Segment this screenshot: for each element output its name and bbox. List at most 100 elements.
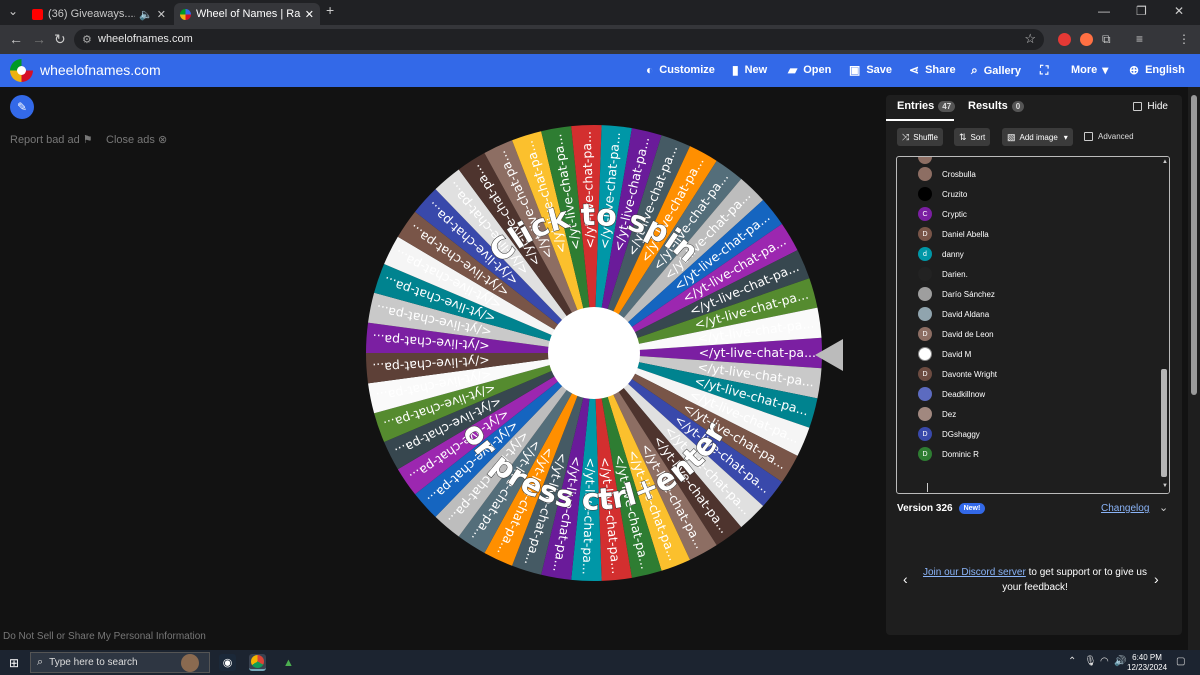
list-item xyxy=(918,157,942,165)
menu-fullscreen[interactable]: ⛶ xyxy=(1040,63,1054,78)
avatar: D xyxy=(918,447,932,461)
checkbox-icon xyxy=(1084,132,1093,141)
media-control-icon[interactable]: ≡ xyxy=(1136,32,1143,46)
brand-name[interactable]: wheelofnames.com xyxy=(40,62,161,78)
notifications-icon[interactable]: ▢ xyxy=(1176,656,1185,667)
advanced-checkbox[interactable]: Advanced xyxy=(1084,132,1134,141)
avatar xyxy=(918,387,932,401)
menu-new[interactable]: ▮ New xyxy=(732,63,767,77)
avatar xyxy=(918,187,932,201)
tab-search-button[interactable]: ⌄ xyxy=(8,4,18,18)
minimize-button[interactable]: — xyxy=(1098,4,1110,18)
close-window-button[interactable]: ✕ xyxy=(1174,4,1184,18)
next-arrow-icon[interactable]: › xyxy=(1154,571,1159,587)
reload-icon[interactable]: ↻ xyxy=(54,31,66,48)
wheel-canvas[interactable]: </yt-live-chat-pa...</yt-live-chat-pa...… xyxy=(364,125,824,581)
list-item: Dez xyxy=(918,406,956,422)
menu-label: More xyxy=(1071,64,1098,76)
avatar xyxy=(918,267,932,281)
avatar xyxy=(918,307,932,321)
scroll-thumb[interactable] xyxy=(1161,369,1167,477)
entries-textbox[interactable]: Crosbulla Cruzito C Cryptic D Daniel Abella d d… xyxy=(896,156,1170,494)
avatar xyxy=(918,167,932,181)
scroll-down-icon[interactable]: ▼ xyxy=(1162,483,1168,489)
steam-icon[interactable]: ◉ xyxy=(219,654,236,671)
discord-link[interactable]: Join our Discord server xyxy=(923,567,1026,578)
results-count-badge: 0 xyxy=(1011,100,1025,112)
tab-results[interactable]: Results 0 xyxy=(968,100,1025,112)
entry-name: Cryptic xyxy=(942,209,967,219)
share-icon: ⋖ xyxy=(909,63,920,77)
back-icon[interactable]: ← xyxy=(9,31,23,47)
restore-button[interactable]: ❐ xyxy=(1136,4,1147,18)
browser-tab-youtube[interactable]: (36) Giveaways....chillin in r 🔈 ✕ xyxy=(26,3,172,25)
bookmark-star-icon[interactable]: ☆ xyxy=(1024,31,1036,47)
menu-more[interactable]: More ▾ xyxy=(1071,63,1108,77)
site-settings-icon[interactable]: ⚙ xyxy=(82,33,92,46)
taskbar-search[interactable]: ⌕ Type here to search xyxy=(30,652,210,673)
browser-menu-icon[interactable]: ⋮ xyxy=(1178,32,1190,46)
network-icon[interactable]: ◠ xyxy=(1100,656,1109,667)
menu-open[interactable]: ▰ Open xyxy=(788,63,831,77)
menu-share[interactable]: ⋖ Share xyxy=(909,63,956,77)
address-bar-row: ← → ↻ ⚙ wheelofnames.com ☆ ⧉ ≡ ⋮ xyxy=(0,25,1200,54)
entry-name: Cruzito xyxy=(942,189,968,199)
shuffle-button[interactable]: ⤨ Shuffle xyxy=(897,128,943,146)
list-item: Deadkillnow xyxy=(918,386,985,402)
extension-icon[interactable] xyxy=(1058,33,1071,46)
clock-date: 12/23/2024 xyxy=(1127,663,1168,672)
site-logo-icon[interactable] xyxy=(10,59,33,82)
image-icon: ▧ xyxy=(1007,131,1016,142)
new-tab-button[interactable]: + xyxy=(326,2,334,18)
windows-start-icon[interactable]: ⊞ xyxy=(9,656,19,670)
hide-checkbox[interactable]: Hide xyxy=(1133,101,1168,112)
list-item: Darien. xyxy=(918,266,968,282)
volume-icon[interactable]: 🔊 xyxy=(1114,656,1126,667)
menu-language[interactable]: ⊕ English xyxy=(1129,63,1185,77)
avatar: D xyxy=(918,327,932,341)
list-item: D DGshaggy xyxy=(918,426,980,442)
wheel[interactable]: </yt-live-chat-pa... </yt-live-chat-pa...… xyxy=(364,125,824,581)
list-item: David Aldana xyxy=(918,306,989,322)
chrome-icon[interactable] xyxy=(249,654,266,671)
page-scroll-thumb[interactable] xyxy=(1191,95,1197,395)
do-not-sell-link[interactable]: Do Not Sell or Share My Personal Informa… xyxy=(3,631,206,642)
page-scrollbar[interactable] xyxy=(1188,87,1200,650)
wheel-center[interactable] xyxy=(548,307,640,399)
menu-gallery[interactable]: ⌕ Gallery xyxy=(971,63,1021,78)
edit-pencil-button[interactable]: ✎ xyxy=(10,95,34,119)
close-tab-icon[interactable]: ✕ xyxy=(157,8,166,21)
microphone-icon[interactable]: 🎙 xyxy=(1084,656,1097,667)
close-circle-icon: ⊗ xyxy=(157,134,168,146)
list-item: Darío Sánchez xyxy=(918,286,995,302)
extensions-puzzle-icon[interactable]: ⧉ xyxy=(1102,32,1111,47)
menu-save[interactable]: ▣ Save xyxy=(849,63,892,77)
folder-icon: ▰ xyxy=(788,63,798,77)
close-tab-icon[interactable]: ✕ xyxy=(305,8,314,21)
menu-customize[interactable]: ◐ Customize xyxy=(646,63,715,77)
report-bad-ad-link[interactable]: Report bad ad ⚑ xyxy=(10,133,93,146)
close-ads-link[interactable]: Close ads ⊗ xyxy=(106,133,167,146)
scroll-up-icon[interactable]: ▲ xyxy=(1162,159,1168,165)
menu-label: Save xyxy=(866,64,893,76)
save-icon: ▣ xyxy=(849,63,861,77)
sort-button[interactable]: ⇅ Sort xyxy=(954,128,991,146)
entry-name: David de Leon xyxy=(942,329,994,339)
omnibox[interactable]: ⚙ wheelofnames.com ☆ xyxy=(74,29,1044,50)
clock[interactable]: 6:40 PM 12/23/2024 xyxy=(1127,653,1167,673)
extension-icon[interactable] xyxy=(1080,33,1093,46)
changelog-link[interactable]: Changelog xyxy=(1101,503,1149,514)
tab-entries[interactable]: Entries 47 xyxy=(897,100,956,112)
entries-scrollbar[interactable]: ▲ ▼ xyxy=(1159,157,1169,493)
add-image-button[interactable]: ▧ Add image ▾ xyxy=(1002,128,1073,146)
prev-arrow-icon[interactable]: ‹ xyxy=(903,571,908,587)
chevron-down-icon[interactable]: ⌄ xyxy=(1159,501,1168,514)
search-icon: ⌕ xyxy=(37,656,44,668)
avatar xyxy=(918,157,932,164)
chevron-down-icon: ▾ xyxy=(1063,132,1068,142)
close-ads-label: Close ads xyxy=(106,134,155,146)
browser-tab-wheel[interactable]: Wheel of Names | Random nam ✕ xyxy=(174,3,320,25)
tray-chevron-icon[interactable]: ⌃ xyxy=(1068,656,1076,667)
forward-icon[interactable]: → xyxy=(32,31,46,47)
app-triangle-icon[interactable]: ▲ xyxy=(280,654,297,671)
